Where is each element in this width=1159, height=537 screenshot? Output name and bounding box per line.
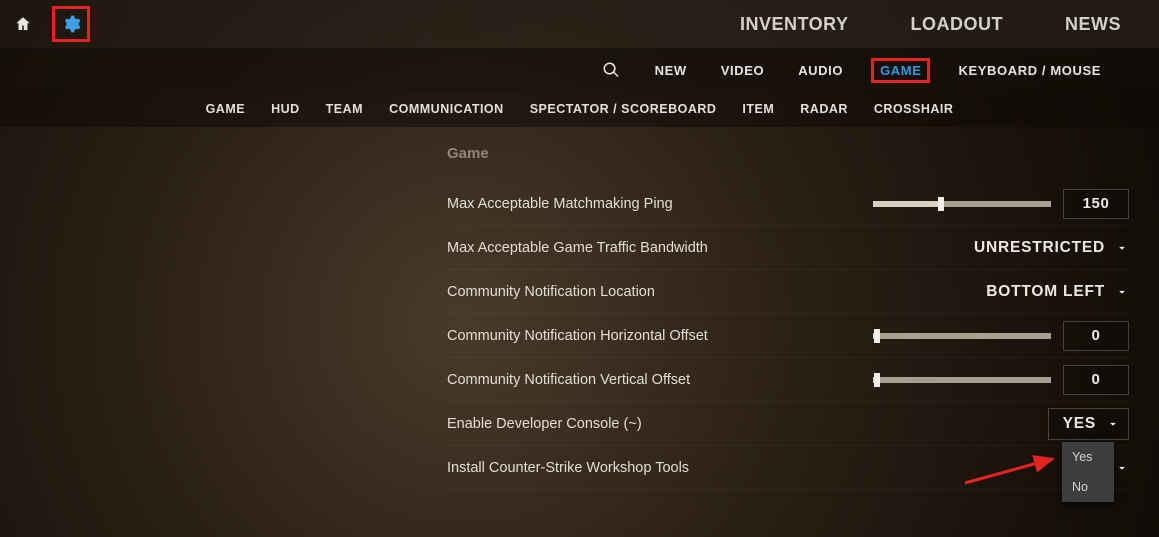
slider-thumb[interactable] [874, 329, 880, 343]
dropdown-option-yes[interactable]: Yes [1062, 442, 1114, 472]
tab-game[interactable]: GAME [871, 58, 930, 83]
tab-audio[interactable]: AUDIO [792, 59, 849, 82]
nav-news[interactable]: NEWS [1065, 14, 1121, 35]
home-icon[interactable] [12, 13, 34, 35]
subtab-spectator[interactable]: SPECTATOR / SCOREBOARD [530, 102, 717, 116]
devcon-dropdown[interactable]: YES [1048, 408, 1129, 440]
row-workshop-tools: Install Counter-Strike Workshop Tools [447, 446, 1129, 490]
settings-button[interactable] [52, 6, 90, 42]
row-notification-vertical: Community Notification Vertical Offset 0 [447, 358, 1129, 402]
row-label: Install Counter-Strike Workshop Tools [447, 460, 1115, 476]
subtab-radar[interactable]: RADAR [800, 102, 848, 116]
chevron-down-icon [1115, 241, 1129, 255]
notif-h-value[interactable]: 0 [1063, 321, 1129, 351]
row-bandwidth: Max Acceptable Game Traffic Bandwidth UN… [447, 226, 1129, 270]
row-label: Max Acceptable Game Traffic Bandwidth [447, 240, 974, 256]
bandwidth-dropdown[interactable]: UNRESTRICTED [974, 239, 1129, 257]
row-label: Community Notification Horizontal Offset [447, 328, 873, 344]
gear-icon [61, 14, 81, 34]
notif-v-slider[interactable] [873, 377, 1051, 383]
dropdown-value: YES [1063, 415, 1096, 433]
tab-new[interactable]: NEW [649, 59, 693, 82]
top-nav: INVENTORY LOADOUT NEWS [740, 14, 1147, 35]
row-notification-location: Community Notification Location BOTTOM L… [447, 270, 1129, 314]
tab-keyboard-mouse[interactable]: KEYBOARD / MOUSE [952, 59, 1107, 82]
row-label: Community Notification Location [447, 284, 986, 300]
nav-inventory[interactable]: INVENTORY [740, 14, 849, 35]
subtab-crosshair[interactable]: CROSSHAIR [874, 102, 954, 116]
ping-value[interactable]: 150 [1063, 189, 1129, 219]
subtab-team[interactable]: TEAM [326, 102, 363, 116]
subtab-item[interactable]: ITEM [742, 102, 774, 116]
dropdown-value: UNRESTRICTED [974, 239, 1105, 257]
settings-panel: Game Max Acceptable Matchmaking Ping 150… [447, 145, 1129, 490]
row-developer-console: Enable Developer Console (~) YES [447, 402, 1129, 446]
dropdown-option-no[interactable]: No [1062, 472, 1114, 502]
chevron-down-icon [1106, 417, 1120, 431]
notif-location-dropdown[interactable]: BOTTOM LEFT [986, 283, 1129, 301]
row-ping: Max Acceptable Matchmaking Ping 150 [447, 182, 1129, 226]
dropdown-value: BOTTOM LEFT [986, 283, 1105, 301]
section-title: Game [447, 145, 1129, 162]
top-bar: INVENTORY LOADOUT NEWS [0, 0, 1159, 49]
slider-fill [873, 201, 941, 207]
settings-category-tabs: NEW VIDEO AUDIO GAME KEYBOARD / MOUSE [0, 49, 1159, 91]
row-label: Max Acceptable Matchmaking Ping [447, 196, 873, 212]
row-notification-horizontal: Community Notification Horizontal Offset… [447, 314, 1129, 358]
subtab-game[interactable]: GAME [206, 102, 246, 116]
notif-h-slider[interactable] [873, 333, 1051, 339]
subtab-hud[interactable]: HUD [271, 102, 300, 116]
nav-loadout[interactable]: LOADOUT [911, 14, 1004, 35]
notif-v-value[interactable]: 0 [1063, 365, 1129, 395]
search-icon[interactable] [601, 60, 621, 80]
row-label: Community Notification Vertical Offset [447, 372, 873, 388]
ping-slider[interactable] [873, 201, 1051, 207]
slider-thumb[interactable] [938, 197, 944, 211]
slider-thumb[interactable] [874, 373, 880, 387]
chevron-down-icon [1115, 285, 1129, 299]
devcon-dropdown-menu: Yes No [1062, 442, 1114, 502]
tab-video[interactable]: VIDEO [715, 59, 770, 82]
subtab-communication[interactable]: COMMUNICATION [389, 102, 504, 116]
settings-sub-tabs: GAME HUD TEAM COMMUNICATION SPECTATOR / … [0, 91, 1159, 127]
row-label: Enable Developer Console (~) [447, 416, 1048, 432]
chevron-down-icon[interactable] [1115, 461, 1129, 475]
